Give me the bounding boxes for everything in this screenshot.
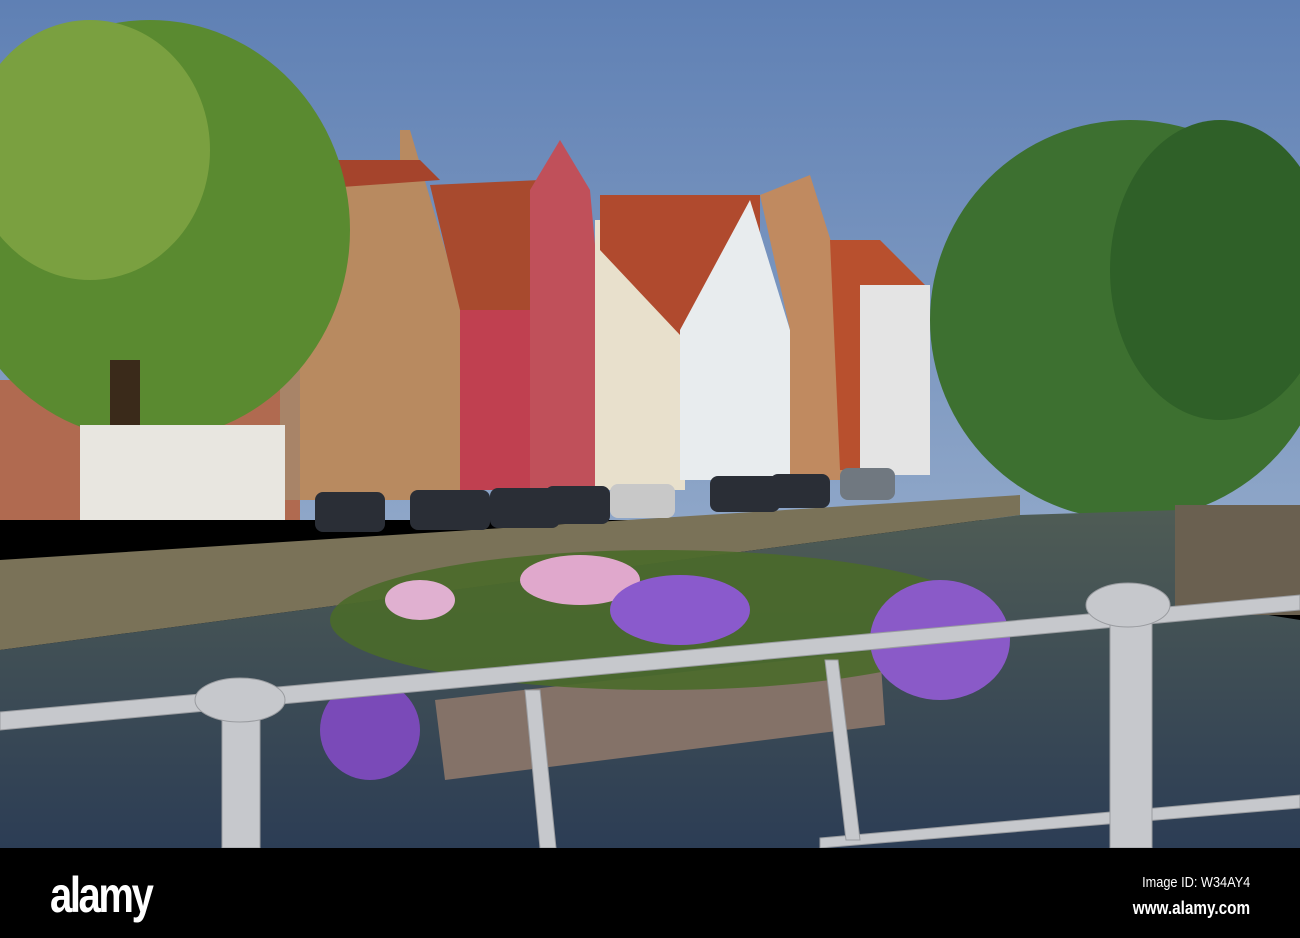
footer-bar: alamy Image ID: W34AY4 www.alamy.com [0, 848, 1300, 938]
site-url: www.alamy.com [1132, 898, 1250, 918]
alamy-logo: alamy [50, 867, 154, 923]
truck [80, 425, 285, 520]
canal-photo [0, 0, 1300, 848]
photo-frame: alamy Image ID: W34AY4 www.alamy.com [0, 0, 1300, 938]
image-id: Image ID: W34AY4 [1141, 874, 1250, 891]
